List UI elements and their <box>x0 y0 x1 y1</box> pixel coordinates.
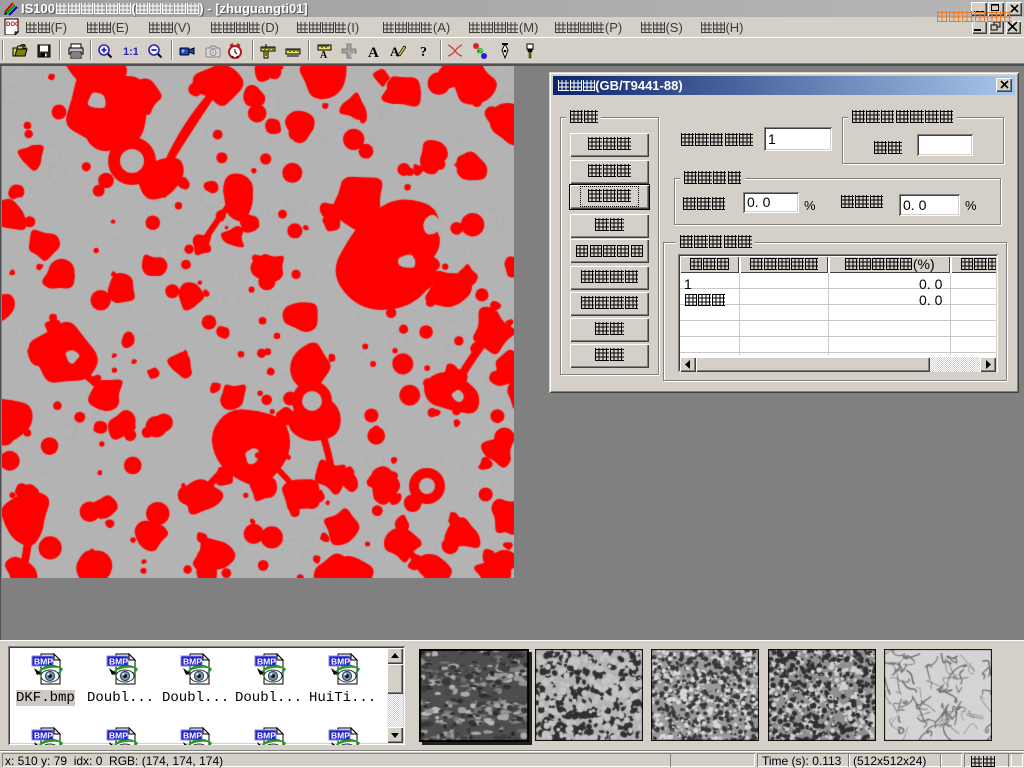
svg-text:BMP: BMP <box>183 731 202 741</box>
svg-text:BMP: BMP <box>331 657 350 667</box>
svg-text:BMP: BMP <box>257 657 276 667</box>
svg-text:BMP: BMP <box>183 657 202 667</box>
svg-text:BMP: BMP <box>257 731 276 741</box>
svg-text:BMP: BMP <box>34 657 53 667</box>
svg-text:BMP: BMP <box>109 657 128 667</box>
svg-text:A: A <box>320 50 328 59</box>
svg-text:A: A <box>368 45 379 59</box>
svg-text:DOC: DOC <box>6 22 20 28</box>
svg-text:BMP: BMP <box>34 731 53 741</box>
svg-text:?: ? <box>420 45 427 59</box>
svg-text:BMP: BMP <box>109 731 128 741</box>
svg-text:A: A <box>390 44 400 59</box>
svg-text:1:1: 1:1 <box>123 46 138 58</box>
svg-text:BMP: BMP <box>331 731 350 741</box>
